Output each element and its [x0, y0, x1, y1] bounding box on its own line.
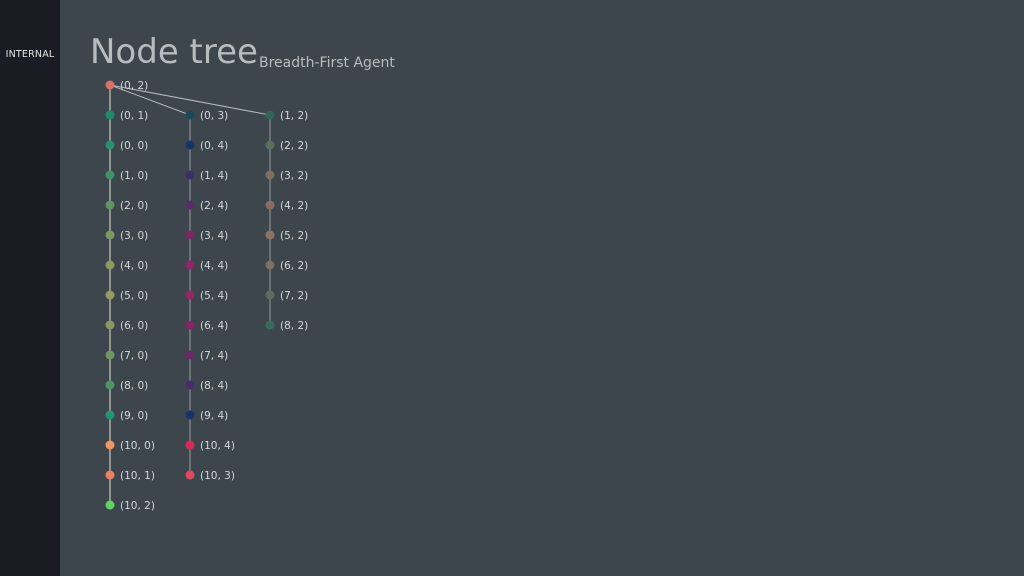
tree-node[interactable] [105, 500, 115, 510]
tree-node[interactable] [265, 170, 275, 180]
tree-node[interactable] [185, 440, 195, 450]
tree-node-label: (4, 4) [200, 260, 228, 272]
tree-node-root-label: (0, 2) [120, 80, 148, 92]
tree-node-label: (6, 4) [200, 320, 228, 332]
tree-node[interactable] [105, 200, 115, 210]
tree-node-label: (6, 0) [120, 320, 148, 332]
tree-node-label: (3, 0) [120, 230, 148, 242]
tree-node[interactable] [265, 110, 275, 120]
tree-node[interactable] [185, 140, 195, 150]
tree-node-label: (0, 4) [200, 140, 228, 152]
tree-node-label: (3, 4) [200, 230, 228, 242]
tree-node-label: (10, 2) [120, 500, 155, 512]
tree-node-label: (8, 2) [280, 320, 308, 332]
node-tree-diagram: (0, 2) (0, 1) (0, 0) (1, 0) (2, 0) (3, 0) (4, … [105, 80, 308, 512]
tree-node-label: (4, 0) [120, 260, 148, 272]
tree-node-label: (5, 0) [120, 290, 148, 302]
tree-node[interactable] [265, 290, 275, 300]
tree-node-label: (3, 2) [280, 170, 308, 182]
tree-node[interactable] [185, 350, 195, 360]
tree-node[interactable] [185, 230, 195, 240]
tree-node-label: (6, 2) [280, 260, 308, 272]
tree-node-label: (7, 4) [200, 350, 228, 362]
tree-node[interactable] [105, 350, 115, 360]
tree-node-root[interactable] [105, 80, 115, 90]
tree-node-label: (10, 3) [200, 470, 235, 482]
tree-node[interactable] [185, 470, 195, 480]
tree-node[interactable] [105, 230, 115, 240]
tree-node-label: (9, 0) [120, 410, 148, 422]
tree-node[interactable] [265, 320, 275, 330]
tree-node-label: (0, 3) [200, 110, 228, 122]
tree-node[interactable] [105, 170, 115, 180]
tree-node[interactable] [265, 200, 275, 210]
tree-node-label: (5, 4) [200, 290, 228, 302]
tree-node[interactable] [105, 290, 115, 300]
tree-node-label: (1, 2) [280, 110, 308, 122]
tree-node[interactable] [265, 230, 275, 240]
tree-node-label: (9, 4) [200, 410, 228, 422]
tree-node-label: (10, 1) [120, 470, 155, 482]
tree-node[interactable] [185, 410, 195, 420]
tree-node[interactable] [105, 440, 115, 450]
tree-node-label: (5, 2) [280, 230, 308, 242]
tree-node[interactable] [185, 110, 195, 120]
tree-node-label: (2, 0) [120, 200, 148, 212]
tree-node-label: (1, 0) [120, 170, 148, 182]
tree-node[interactable] [105, 260, 115, 270]
tree-node[interactable] [265, 260, 275, 270]
tree-node-label: (10, 4) [200, 440, 235, 452]
tree-node-label: (2, 2) [280, 140, 308, 152]
tree-node-label: (2, 4) [200, 200, 228, 212]
tree-node[interactable] [185, 320, 195, 330]
tree-node[interactable] [105, 470, 115, 480]
tree-node[interactable] [105, 410, 115, 420]
tree-node[interactable] [185, 200, 195, 210]
tree-node[interactable] [185, 170, 195, 180]
tree-node[interactable] [105, 110, 115, 120]
tree-node-label: (7, 0) [120, 350, 148, 362]
tree-node[interactable] [105, 140, 115, 150]
tree-node-label: (7, 2) [280, 290, 308, 302]
tree-node[interactable] [185, 290, 195, 300]
tree-node[interactable] [265, 140, 275, 150]
tree-node-label: (8, 0) [120, 380, 148, 392]
tree-node-label: (0, 1) [120, 110, 148, 122]
tree-node[interactable] [105, 320, 115, 330]
tree-node-label: (4, 2) [280, 200, 308, 212]
tree-node[interactable] [105, 380, 115, 390]
tree-node-label: (1, 4) [200, 170, 228, 182]
tree-node-label: (10, 0) [120, 440, 155, 452]
tree-node-label: (0, 0) [120, 140, 148, 152]
tree-node[interactable] [185, 380, 195, 390]
tree-node[interactable] [185, 260, 195, 270]
tree-node-label: (8, 4) [200, 380, 228, 392]
